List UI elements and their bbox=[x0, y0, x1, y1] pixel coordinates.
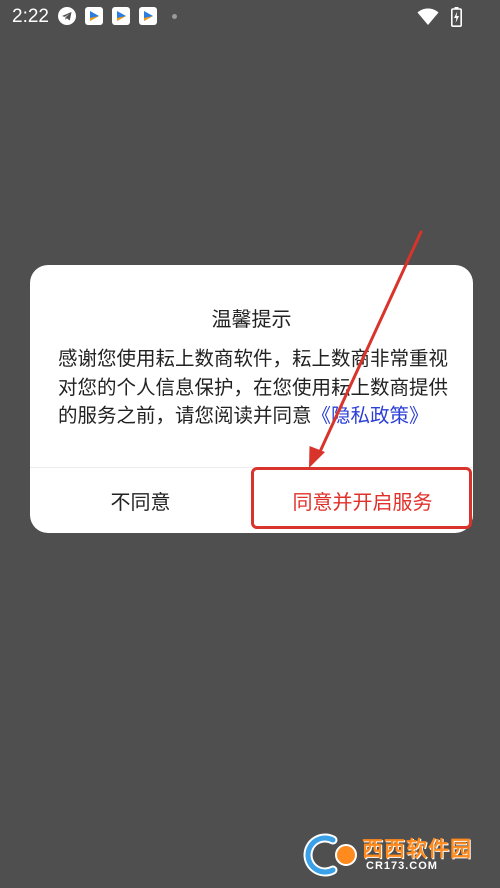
decline-button[interactable]: 不同意 bbox=[30, 468, 251, 532]
battery-charging-icon bbox=[451, 7, 462, 27]
watermark-logo-icon bbox=[303, 833, 357, 877]
dialog-title: 温馨提示 bbox=[211, 307, 292, 331]
dialog-message: 感谢您使用耘上数商软件，耘上数商非常重视对您的个人信息保护，在您使用耘上数商提供… bbox=[58, 345, 448, 431]
app-icon bbox=[139, 7, 157, 25]
watermark-text: 西西软件园 bbox=[362, 837, 472, 861]
watermark-sub: CR173.COM bbox=[366, 860, 438, 872]
privacy-dialog: 温馨提示 感谢您使用耘上数商软件，耘上数商非常重视对您的个人信息保护，在您使用耘… bbox=[30, 265, 473, 533]
status-time: 2:22 bbox=[12, 6, 49, 27]
more-notifications-dot bbox=[172, 13, 177, 19]
app-icon bbox=[85, 7, 103, 25]
accept-button[interactable]: 同意并开启服务 bbox=[252, 468, 473, 532]
telegram-icon bbox=[58, 7, 76, 25]
watermark-logo: 西西软件园 CR173.COM bbox=[300, 830, 490, 880]
system-icons bbox=[417, 7, 462, 27]
wifi-icon bbox=[417, 8, 439, 25]
status-bar: 2:22 bbox=[0, 0, 500, 34]
privacy-policy-link[interactable]: 《隐私政策》 bbox=[312, 404, 429, 427]
app-icon bbox=[112, 7, 130, 25]
notification-icons bbox=[58, 7, 177, 25]
